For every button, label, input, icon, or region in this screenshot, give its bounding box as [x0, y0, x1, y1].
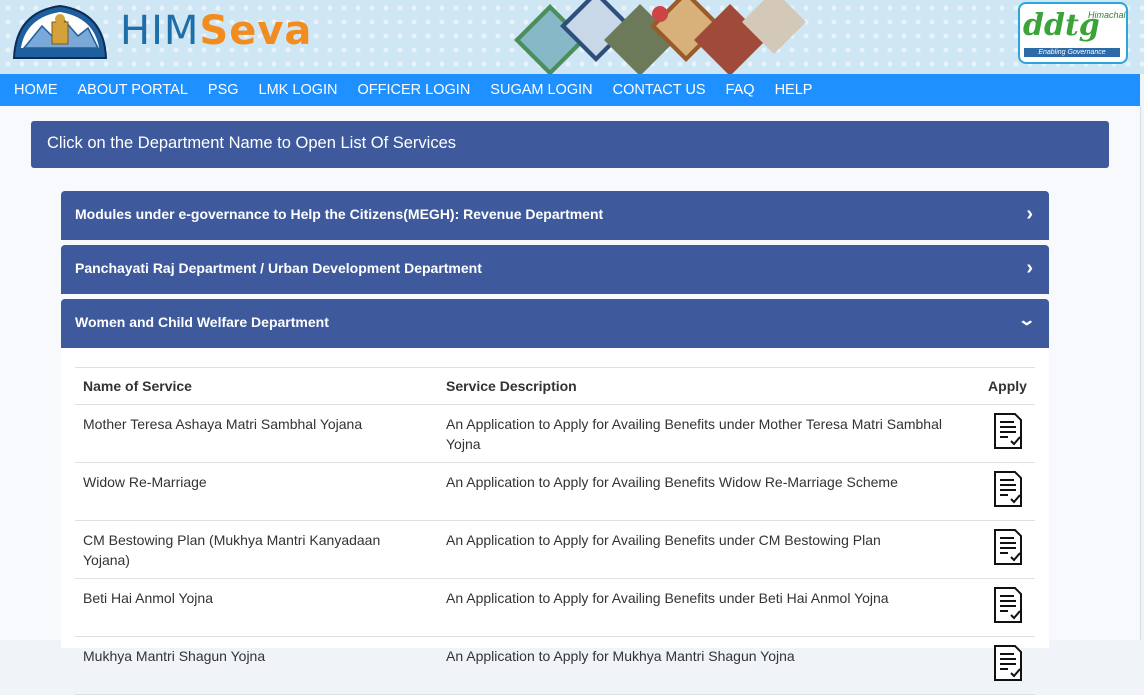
main-nav: HOME ABOUT PORTAL PSG LMK LOGIN OFFICER …	[0, 74, 1140, 106]
apply-cell	[980, 636, 1035, 695]
apply-cell	[980, 462, 1035, 521]
apply-form-icon[interactable]	[992, 645, 1024, 681]
table-row: Mother Teresa Ashaya Matri Sambhal Yojan…	[75, 404, 1035, 463]
logo-seva-text: Seva	[199, 8, 313, 54]
nav-officer-login[interactable]: OFFICER LOGIN	[358, 82, 471, 98]
service-description: An Application to Apply for Mukhya Mantr…	[438, 636, 980, 695]
nav-faq[interactable]: FAQ	[726, 82, 755, 98]
nav-home[interactable]: HOME	[14, 82, 58, 98]
column-header-apply: Apply	[980, 367, 1035, 405]
himseva-logo[interactable]: HIMSeva	[120, 8, 312, 54]
apply-form-icon[interactable]	[992, 413, 1024, 449]
apply-form-icon[interactable]	[992, 529, 1024, 565]
nav-sugam-login[interactable]: SUGAM LOGIN	[490, 82, 592, 98]
table-row: Widow Re-Marriage An Application to Appl…	[75, 462, 1035, 521]
nav-psg[interactable]: PSG	[208, 82, 239, 98]
logo-him-text: HIM	[120, 8, 200, 54]
ddg-logo-tagline: Enabling Governance	[1024, 48, 1120, 57]
nav-contact-us[interactable]: CONTACT US	[613, 82, 706, 98]
service-description: An Application to Apply for Availing Ben…	[438, 578, 980, 637]
apply-cell	[980, 520, 1035, 579]
nav-help[interactable]: HELP	[775, 82, 813, 98]
site-header: HIMSeva ddtg Himachal Enabling Governanc…	[0, 0, 1144, 74]
banner-collage-image	[514, 0, 806, 74]
table-header-row: Name of Service Service Description Appl…	[75, 367, 1035, 405]
table-row: Beti Hai Anmol Yojna An Application to A…	[75, 578, 1035, 637]
column-header-description: Service Description	[438, 367, 980, 405]
department-name: Modules under e-governance to Help the C…	[75, 206, 604, 222]
ddg-himachal-logo[interactable]: ddtg Himachal Enabling Governance	[1018, 2, 1128, 64]
state-emblem-icon	[12, 4, 108, 59]
department-name: Panchayati Raj Department / Urban Develo…	[75, 260, 482, 276]
column-header-name: Name of Service	[75, 367, 438, 405]
department-panel-panchayati-raj[interactable]: Panchayati Raj Department / Urban Develo…	[61, 245, 1049, 294]
apply-cell	[980, 404, 1035, 463]
service-name: CM Bestowing Plan (Mukhya Mantri Kanyada…	[75, 520, 438, 579]
service-name: Beti Hai Anmol Yojna	[75, 578, 438, 637]
ddg-logo-sub: Himachal	[1088, 10, 1126, 20]
department-panel-women-child-welfare[interactable]: Women and Child Welfare Department ⌄	[61, 299, 1049, 348]
chevron-right-icon: ›	[1026, 203, 1033, 225]
chevron-right-icon: ›	[1026, 257, 1033, 279]
main-content: Click on the Department Name to Open Lis…	[0, 106, 1141, 695]
table-row: CM Bestowing Plan (Mukhya Mantri Kanyada…	[75, 520, 1035, 579]
service-name: Mother Teresa Ashaya Matri Sambhal Yojan…	[75, 404, 438, 463]
department-name: Women and Child Welfare Department	[75, 314, 329, 330]
service-description: An Application to Apply for Availing Ben…	[438, 404, 980, 463]
services-panel-body: Name of Service Service Description Appl…	[61, 348, 1049, 695]
service-name: Widow Re-Marriage	[75, 462, 438, 521]
chevron-down-icon: ⌄	[1016, 312, 1036, 329]
department-panel-revenue[interactable]: Modules under e-governance to Help the C…	[61, 191, 1049, 240]
instruction-banner: Click on the Department Name to Open Lis…	[31, 121, 1109, 168]
service-description: An Application to Apply for Availing Ben…	[438, 520, 980, 579]
nav-about-portal[interactable]: ABOUT PORTAL	[78, 82, 188, 98]
table-row: Mukhya Mantri Shagun Yojna An Applicatio…	[75, 636, 1035, 695]
service-description: An Application to Apply for Availing Ben…	[438, 462, 980, 521]
apply-form-icon[interactable]	[992, 471, 1024, 507]
nav-lmk-login[interactable]: LMK LOGIN	[259, 82, 338, 98]
service-name: Mukhya Mantri Shagun Yojna	[75, 636, 438, 695]
apply-cell	[980, 578, 1035, 637]
apply-form-icon[interactable]	[992, 587, 1024, 623]
services-table: Name of Service Service Description Appl…	[75, 367, 1035, 695]
